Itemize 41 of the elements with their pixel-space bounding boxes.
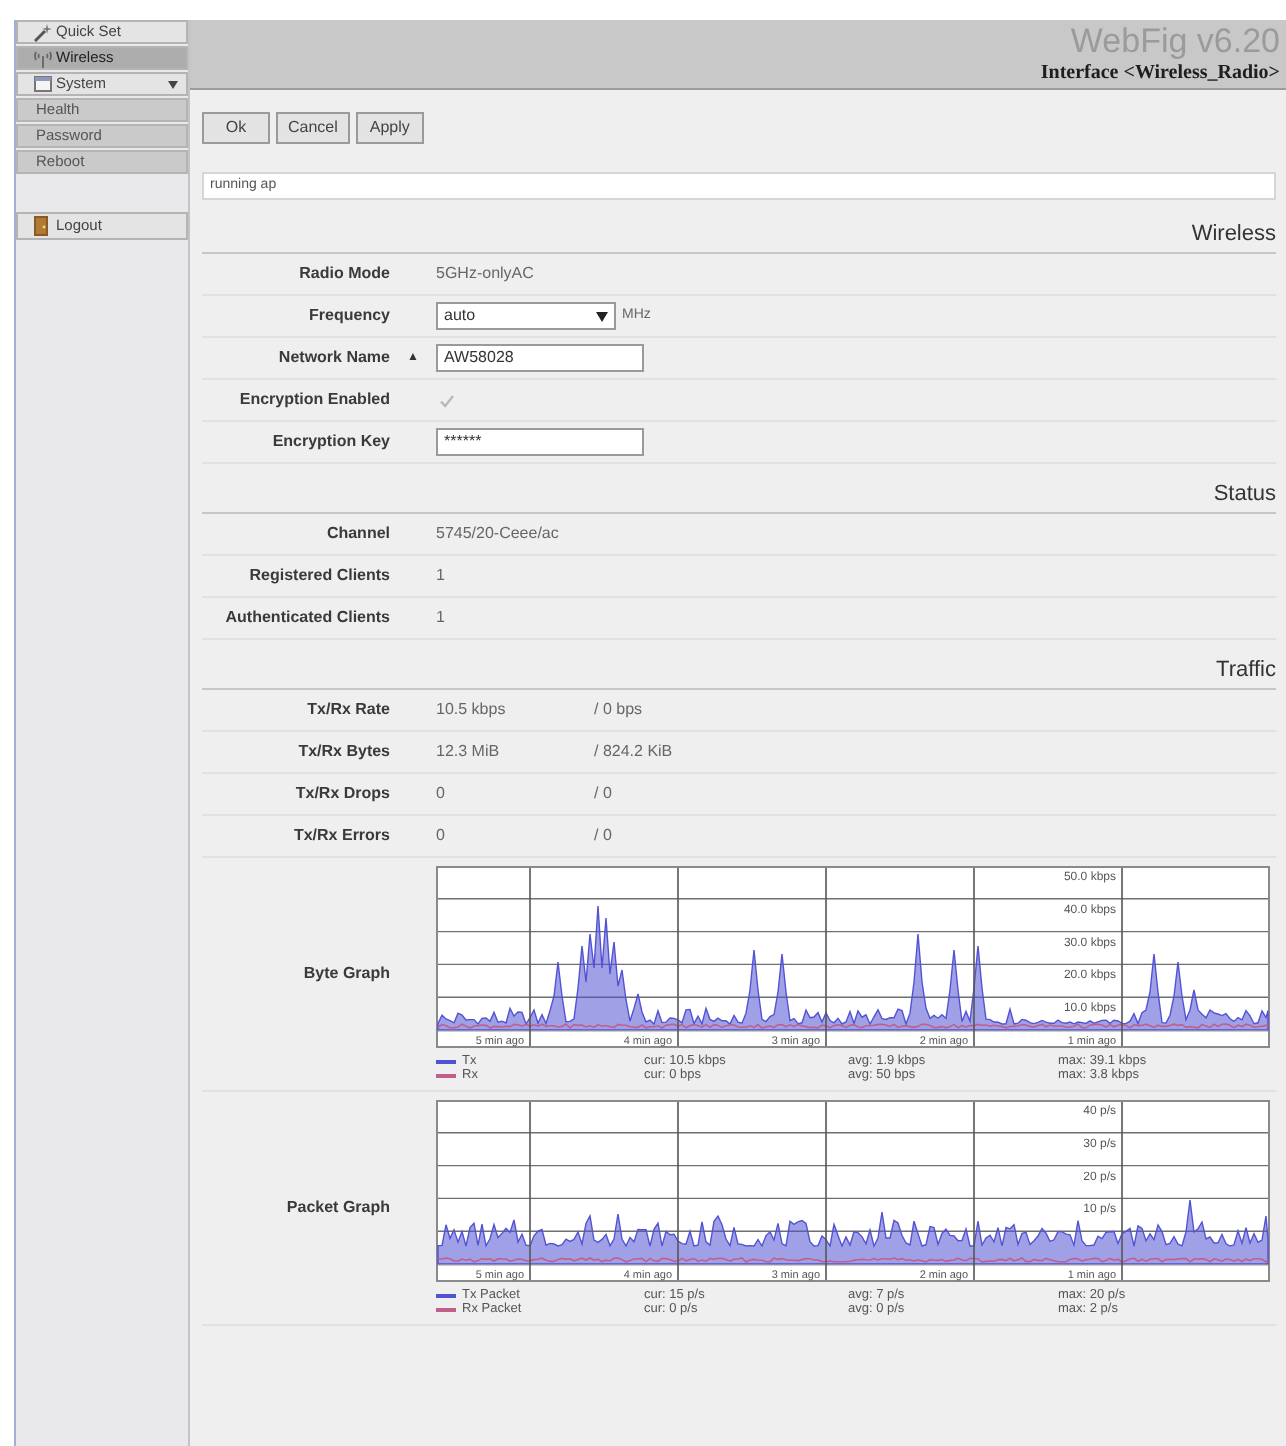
action-button[interactable]: Cancel <box>276 112 350 144</box>
tx-value: 0 <box>436 782 447 806</box>
field-label: Tx/Rx Errors <box>291 826 390 846</box>
field-label: Channel <box>324 524 390 544</box>
field-value: 1 <box>436 606 445 630</box>
field-label: Encryption Key <box>270 432 390 452</box>
field-label: Encryption Enabled <box>237 390 390 410</box>
window-icon <box>34 76 52 92</box>
dropdown-select[interactable]: auto <box>436 302 616 330</box>
caret-down-icon <box>596 311 608 321</box>
wand-icon <box>34 23 52 41</box>
action-button[interactable]: Apply <box>355 112 424 144</box>
section-title: Wireless <box>1191 222 1276 248</box>
antenna-icon <box>34 49 52 67</box>
tx-value: 12.3 MiB <box>436 740 502 764</box>
text-input[interactable]: AW58028 <box>436 344 644 372</box>
rx-value: / 0 <box>594 824 612 848</box>
rx-value: / 824.2 KiB <box>594 740 673 764</box>
page-title: Interface <Wireless_Radio> <box>1040 62 1280 86</box>
field-label: Authenticated Clients <box>223 608 390 628</box>
action-button[interactable]: Ok <box>202 112 270 144</box>
door-icon <box>34 216 48 236</box>
tx-value: 0 <box>436 824 447 848</box>
field-value: 5GHz-onlyAC <box>436 262 534 286</box>
tx-value: 10.5 kbps <box>436 698 508 722</box>
field-label: Network Name <box>276 348 390 368</box>
section-title: Traffic <box>1216 658 1276 684</box>
rx-value: / 0 bps <box>594 698 643 722</box>
field-label: Frequency <box>307 306 390 326</box>
field-label: Tx/Rx Drops <box>293 784 390 804</box>
field-label: Packet Graph <box>284 1198 390 1218</box>
field-label: Tx/Rx Rate <box>305 700 390 720</box>
field-value: 5745/20-Ceee/ac <box>436 522 559 546</box>
field-label: Tx/Rx Bytes <box>296 742 390 762</box>
field-value: 1 <box>436 564 445 588</box>
field-label: Byte Graph <box>301 964 390 984</box>
field-label: Registered Clients <box>247 566 390 586</box>
rx-value: / 0 <box>594 782 612 806</box>
section-title: Status <box>1213 482 1276 508</box>
field-label: Radio Mode <box>297 264 390 284</box>
text-input[interactable]: ****** <box>436 428 644 456</box>
